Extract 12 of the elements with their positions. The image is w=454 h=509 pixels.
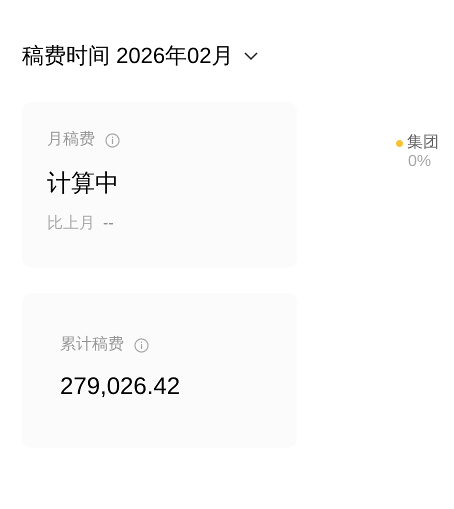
info-icon[interactable]	[105, 132, 120, 148]
compare-label: 比上月	[47, 214, 95, 234]
card-value: 计算中	[47, 169, 120, 199]
card-value: 279,026.42	[60, 372, 182, 402]
card-title: 月稿费	[47, 130, 95, 150]
compare-value: --	[103, 214, 114, 234]
period-selector[interactable]: 稿费时间 2026年02月	[22, 42, 234, 70]
chevron-down-icon[interactable]	[244, 52, 258, 60]
card-title: 累计稿费	[60, 334, 124, 355]
info-icon[interactable]	[134, 338, 149, 352]
legend-label: 集团	[407, 133, 439, 153]
legend-value: 0%	[407, 153, 432, 171]
